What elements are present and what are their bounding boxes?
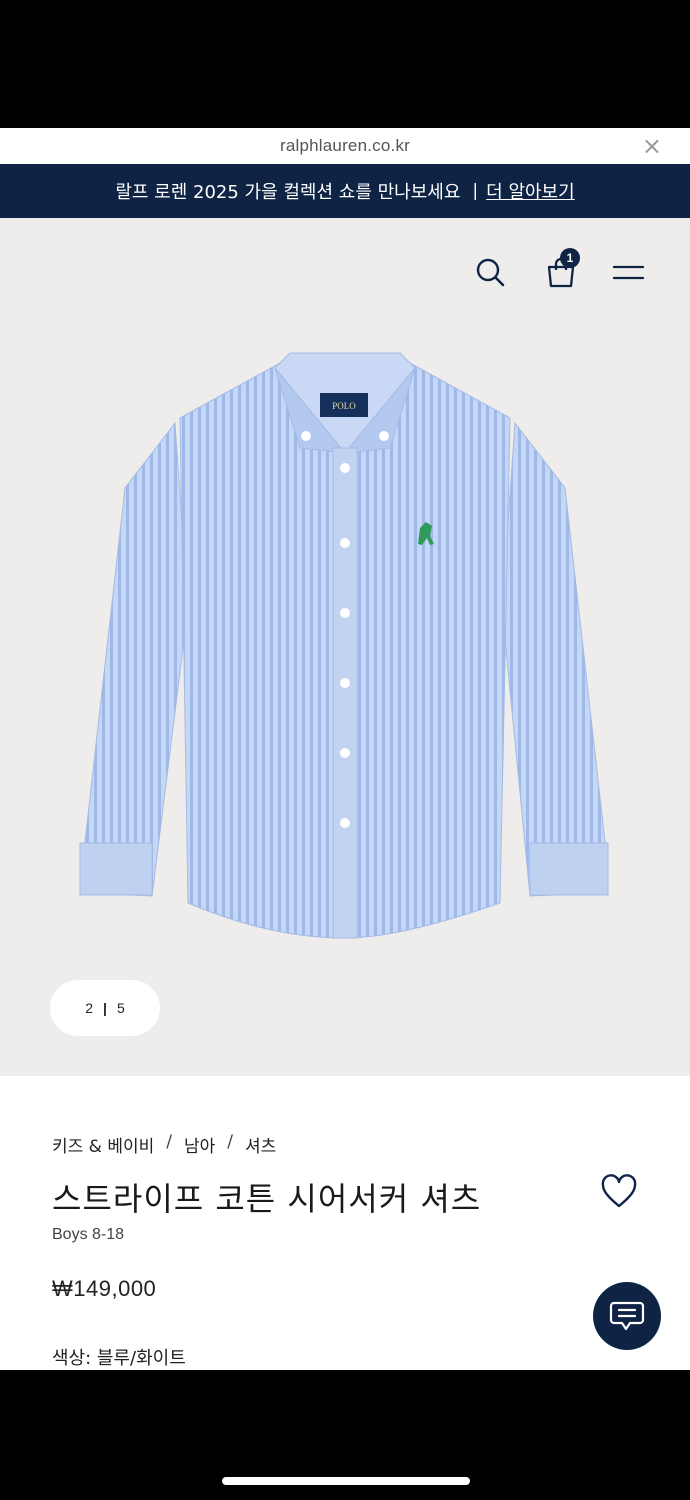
browser-url-bar[interactable]: ralphlauren.co.kr × — [0, 128, 690, 164]
chat-bubble-icon — [609, 1301, 645, 1331]
product-gallery[interactable]: 1 POLO 2 | 5 — [0, 218, 690, 1076]
promo-banner: 랄프 로렌 2025 가을 컬렉션 쇼를 만나보세요 | 더 알아보기 — [0, 164, 690, 218]
home-indicator[interactable] — [222, 1477, 470, 1485]
color-value: 블루/화이트 — [96, 1348, 186, 1369]
search-icon[interactable] — [474, 256, 508, 294]
breadcrumb: 키즈 & 베이비 / 남아 / 셔츠 — [52, 1132, 276, 1157]
color-label: 색상: — [52, 1348, 92, 1369]
image-pager: 2 | 5 — [50, 980, 160, 1036]
pager-total: 5 — [116, 1000, 125, 1016]
size-range: Boys 8-18 — [52, 1226, 125, 1243]
color-selection: 색상: 블루/화이트 — [52, 1344, 186, 1370]
status-bar-area — [0, 0, 690, 128]
cart-count-badge: 1 — [560, 248, 580, 268]
breadcrumb-separator: / — [166, 1132, 172, 1152]
product-image-shirt: POLO — [79, 352, 609, 939]
product-title: 스트라이프 코튼 시어서커 셔츠 — [52, 1180, 482, 1218]
product-info: 키즈 & 베이비 / 남아 / 셔츠 스트라이프 코튼 시어서커 셔츠 Boys… — [0, 1076, 690, 1370]
promo-text: 랄프 로렌 2025 가을 컬렉션 쇼를 만나보세요 — [115, 182, 461, 203]
wishlist-heart-icon[interactable] — [600, 1174, 638, 1214]
breadcrumb-kids-baby[interactable]: 키즈 & 베이비 — [52, 1132, 154, 1157]
promo-separator: | — [472, 181, 479, 201]
polo-label-text: POLO — [332, 401, 356, 411]
close-icon[interactable]: × — [642, 132, 662, 160]
breadcrumb-separator: / — [227, 1132, 234, 1152]
promo-learn-more-link[interactable]: 더 알아보기 — [486, 178, 575, 204]
pager-separator: | — [103, 1000, 107, 1016]
breadcrumb-boys[interactable]: 남아 — [184, 1132, 215, 1157]
menu-icon[interactable] — [612, 260, 646, 288]
chat-button[interactable] — [593, 1282, 661, 1350]
product-price: ₩149,000 — [52, 1276, 157, 1301]
url-text: ralphlauren.co.kr — [279, 136, 411, 155]
pager-current: 2 — [85, 1000, 94, 1016]
cart-button[interactable]: 1 — [544, 248, 580, 294]
breadcrumb-shirts[interactable]: 셔츠 — [245, 1132, 276, 1157]
